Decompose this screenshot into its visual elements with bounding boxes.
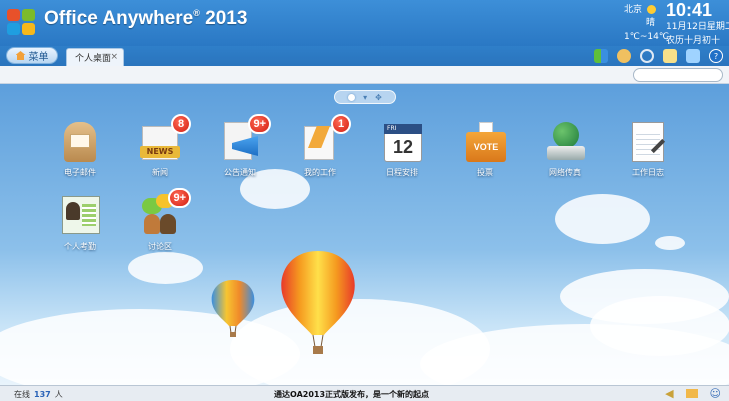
- calendar-day-of-week: FRI: [384, 124, 422, 134]
- online-label: 在线: [14, 390, 30, 399]
- clock-date: 11月12日星期二: [666, 22, 729, 32]
- app-schedule[interactable]: FRI 12 日程安排: [372, 120, 432, 178]
- status-bar: 在线 137 人 通达OA2013正式版发布，是一个新的起点 ◀ ☺: [0, 385, 729, 401]
- online-count: 137: [34, 390, 51, 399]
- app-vote[interactable]: VOTE 投票: [455, 120, 515, 178]
- app-fax[interactable]: 网络传真: [535, 120, 595, 178]
- grid-icon[interactable]: [594, 49, 608, 63]
- search-input[interactable]: [633, 68, 723, 82]
- clock-lunar-date: 农历十月初十: [666, 36, 721, 46]
- menu-button-label: 菜单: [28, 52, 49, 63]
- help-icon[interactable]: ?: [709, 49, 723, 63]
- ms-logo-icon: [7, 9, 37, 37]
- home-icon: [15, 51, 26, 60]
- forum-badge: 9+: [168, 188, 191, 208]
- cloud-decoration: [555, 194, 650, 244]
- tab-personal-desktop[interactable]: 个人桌面 ×: [66, 48, 124, 66]
- toolbar-icons: ?: [594, 49, 723, 63]
- online-unit: 人: [54, 390, 63, 399]
- desktop-area: ▾ ✥ 电子邮件 NEWS 8 新闻 9+ 公告通知 1 我的工作 FRI 12…: [0, 84, 729, 385]
- weather-city: 北京: [624, 5, 643, 15]
- weather-condition: 晴: [646, 18, 656, 28]
- chevron-down-icon[interactable]: ▾: [363, 93, 367, 102]
- calendar-day-number: 12: [392, 137, 414, 157]
- app-label: 我的工作: [304, 168, 336, 177]
- gear-icon[interactable]: [640, 49, 654, 63]
- work-badge: 1: [331, 114, 351, 134]
- app-label: 工作日志: [632, 168, 664, 177]
- status-icons: ◀ ☺: [665, 387, 721, 400]
- cloud-decoration: [655, 236, 685, 250]
- app-title-year: 2013: [205, 8, 248, 29]
- header: Office Anywhere® 2013 北京 晴 1℃~14℃ 10:41 …: [0, 0, 729, 46]
- sun-icon: [646, 5, 656, 14]
- cloud-decoration: [128, 252, 203, 284]
- app-label: 公告通知: [224, 168, 256, 177]
- app-label: 投票: [477, 168, 493, 177]
- app-mail[interactable]: 电子邮件: [50, 120, 110, 178]
- notice-text[interactable]: 通达OA2013正式版发布，是一个新的起点: [274, 389, 429, 400]
- weather-temp: 1℃~14℃: [624, 32, 669, 42]
- attendance-icon: [58, 194, 102, 238]
- small-balloon-image: [211, 280, 255, 337]
- pager-dot-active[interactable]: [348, 93, 356, 101]
- close-icon[interactable]: ×: [110, 52, 118, 62]
- work-icon: 1: [298, 114, 351, 164]
- vote-box-text: VOTE: [466, 132, 506, 162]
- vote-icon: VOTE: [463, 120, 507, 164]
- message-icon[interactable]: [685, 389, 698, 398]
- announcement-badge: 9+: [248, 114, 271, 134]
- fax-icon: [543, 120, 587, 164]
- mail-icon: [58, 120, 102, 164]
- org-icon[interactable]: ☺: [710, 387, 721, 400]
- app-announcement[interactable]: 9+ 公告通知: [210, 114, 271, 178]
- big-balloon-image: [281, 251, 355, 354]
- move-icon[interactable]: ✥: [375, 93, 382, 102]
- app-my-work[interactable]: 1 我的工作: [290, 114, 351, 178]
- memo-icon[interactable]: [663, 49, 677, 63]
- app-title-text: Office Anywhere: [44, 8, 194, 29]
- clock-time: 10:41: [666, 0, 713, 20]
- calendar-icon: FRI 12: [380, 120, 424, 164]
- cloud-decoration: [590, 296, 729, 356]
- forum-icon: 9+: [138, 188, 191, 238]
- speaker-icon[interactable]: ◀: [665, 387, 673, 400]
- app-label: 新闻: [152, 168, 168, 177]
- app-label: 讨论区: [148, 242, 172, 251]
- app-label: 电子邮件: [64, 168, 96, 177]
- app-work-log[interactable]: 工作日志: [618, 120, 678, 178]
- app-label: 网络传真: [549, 168, 581, 177]
- tab-label: 个人桌面: [75, 54, 112, 64]
- app-attendance[interactable]: 个人考勤: [50, 194, 110, 252]
- news-icon: NEWS 8: [138, 114, 191, 164]
- registered-mark: ®: [193, 8, 200, 18]
- users-icon[interactable]: [617, 49, 631, 63]
- search-strip: ⚲: [0, 66, 729, 84]
- app-label: 日程安排: [386, 168, 418, 177]
- app-forum[interactable]: 9+ 讨论区: [130, 188, 191, 252]
- journal-icon: [626, 120, 670, 164]
- app-label: 个人考勤: [64, 242, 96, 251]
- menu-button[interactable]: 菜单: [6, 47, 58, 64]
- app-news[interactable]: NEWS 8 新闻: [130, 114, 191, 178]
- news-badge: 8: [171, 114, 191, 134]
- desktop-pager[interactable]: ▾ ✥: [334, 90, 396, 104]
- tab-bar: 菜单 个人桌面 × ?: [0, 46, 729, 66]
- theme-icon[interactable]: [686, 49, 700, 63]
- weather-widget[interactable]: 北京 晴 1℃~14℃: [624, 3, 669, 43]
- megaphone-icon: 9+: [218, 114, 271, 164]
- online-users[interactable]: 在线 137 人: [14, 389, 63, 400]
- app-title: Office Anywhere® 2013: [44, 8, 247, 30]
